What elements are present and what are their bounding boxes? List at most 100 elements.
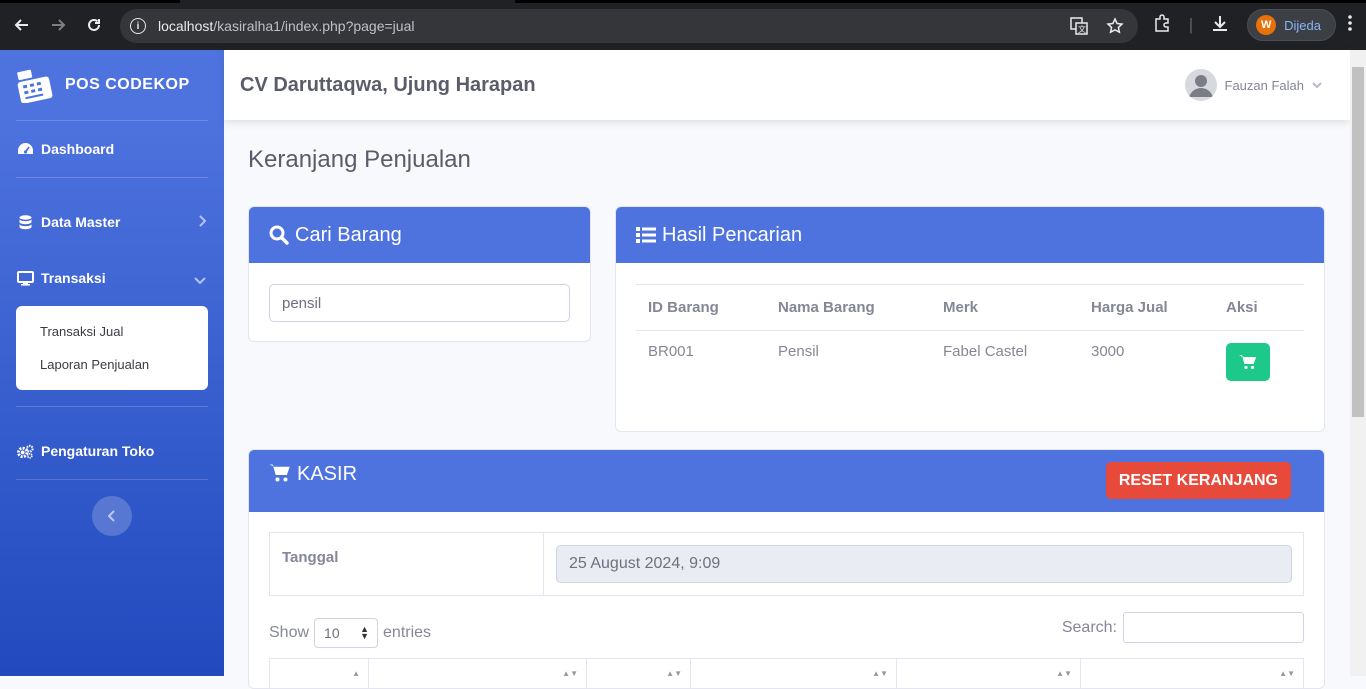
kasir-card-header: KASIR RESET KERANJANG bbox=[249, 450, 1324, 512]
table-row: BR001 Pensil Fabel Castel 3000 bbox=[636, 331, 1304, 394]
search-card-title: Cari Barang bbox=[295, 223, 402, 246]
forward-icon[interactable] bbox=[46, 13, 70, 37]
sidebar-divider bbox=[16, 479, 208, 480]
results-card: Hasil Pencarian ID Barang Nama Barang Me… bbox=[615, 206, 1325, 432]
chevron-down-icon bbox=[1312, 76, 1322, 94]
entries-label: entries bbox=[383, 624, 432, 641]
user-name: Fauzan Falah bbox=[1224, 77, 1305, 93]
results-card-header: Hasil Pencarian bbox=[616, 207, 1324, 263]
table-header-row: ID Barang Nama Barang Merk Harga Jual Ak… bbox=[636, 284, 1304, 331]
url-text: localhost/kasiralha1/index.php?page=jual bbox=[158, 18, 415, 34]
results-card-title: Hasil Pencarian bbox=[662, 223, 803, 246]
translate-icon[interactable]: 文 bbox=[1070, 17, 1088, 40]
back-icon[interactable] bbox=[10, 13, 34, 37]
page-scrollbar[interactable] bbox=[1350, 50, 1366, 676]
bookmark-star-icon[interactable] bbox=[1106, 17, 1124, 40]
entries-length-control: Show 10 ▲ ▼ entries bbox=[269, 618, 431, 648]
tanggal-row: Tanggal 25 August 2024, 9:09 bbox=[269, 532, 1304, 596]
sidebar-item-dashboard[interactable]: Dashboard bbox=[0, 121, 224, 177]
column-header-aksi: Aksi bbox=[1214, 284, 1304, 331]
extensions-icon[interactable] bbox=[1153, 13, 1171, 37]
search-card-header: Cari Barang bbox=[249, 207, 590, 263]
submenu-laporan-penjualan[interactable]: Laporan Penjualan bbox=[16, 348, 208, 381]
chevron-down-icon bbox=[194, 272, 206, 288]
column-header-nama: Nama Barang bbox=[766, 284, 931, 331]
browser-menu-icon[interactable] bbox=[1348, 14, 1352, 36]
search-icon bbox=[269, 225, 289, 245]
tanggal-field[interactable]: 25 August 2024, 9:09 bbox=[556, 545, 1292, 583]
topbar: CV Daruttaqwa, Ujung Harapan Fauzan Fala… bbox=[224, 50, 1350, 120]
cell-harga: 3000 bbox=[1091, 343, 1125, 360]
chevron-left-icon bbox=[108, 510, 115, 522]
column-header[interactable]: ▲▼ bbox=[691, 659, 897, 688]
cell-merk: Fabel Castel bbox=[943, 343, 1028, 360]
cell-divider bbox=[543, 533, 544, 595]
column-header-harga: Harga Jual bbox=[1079, 284, 1214, 331]
user-dropdown[interactable]: Fauzan Falah bbox=[1184, 69, 1351, 101]
sidebar-item-pengaturan-toko[interactable]: Pengaturan Toko bbox=[0, 423, 224, 479]
company-name: CV Daruttaqwa, Ujung Harapan bbox=[240, 74, 536, 96]
profile-button[interactable]: W Dijeda bbox=[1247, 9, 1336, 41]
kasir-card-title: KASIR bbox=[297, 463, 358, 485]
column-header[interactable]: ▲▼ bbox=[587, 659, 691, 688]
entries-selected-value: 10 bbox=[324, 625, 340, 641]
page-title: Keranjang Penjualan bbox=[248, 146, 471, 173]
column-header[interactable]: ▲▼ bbox=[1081, 659, 1303, 688]
site-info-icon[interactable]: i bbox=[130, 18, 146, 34]
desktop-icon bbox=[17, 270, 34, 286]
column-header[interactable]: ▲▼ bbox=[897, 659, 1081, 688]
chevron-right-icon bbox=[198, 214, 207, 230]
datatable-controls: Show 10 ▲ ▼ entries Search: bbox=[269, 612, 1304, 648]
user-avatar-icon bbox=[1184, 69, 1217, 101]
search-barang-input[interactable] bbox=[269, 284, 570, 322]
sort-icon: ▲▼ bbox=[1279, 669, 1295, 678]
add-to-cart-button[interactable] bbox=[1226, 343, 1270, 381]
sidebar-item-data-master[interactable]: Data Master bbox=[0, 194, 224, 250]
cash-register-icon bbox=[16, 67, 53, 104]
entries-select[interactable]: 10 ▲ ▼ bbox=[314, 618, 379, 648]
datatable-search: Search: bbox=[1062, 612, 1304, 643]
tanggal-label: Tanggal bbox=[282, 549, 339, 566]
svg-text:文: 文 bbox=[1078, 24, 1086, 34]
profile-avatar: W bbox=[1256, 15, 1277, 35]
sidebar-item-label: Dashboard bbox=[41, 141, 115, 157]
cogs-icon bbox=[17, 444, 34, 459]
main-content: Keranjang Penjualan Cari Barang Hasil Pe… bbox=[224, 120, 1350, 689]
sidebar-toggle-button[interactable] bbox=[92, 496, 132, 536]
cell-aksi bbox=[1214, 331, 1304, 394]
column-header[interactable]: ▲▼ bbox=[369, 659, 587, 688]
kasir-card: KASIR RESET KERANJANG Tanggal 25 August … bbox=[248, 449, 1325, 689]
reload-icon[interactable] bbox=[82, 13, 106, 37]
sidebar-brand[interactable]: POS CODEKOP bbox=[0, 50, 224, 120]
sort-icon: ▲▼ bbox=[1056, 669, 1072, 678]
sidebar-item-label: Pengaturan Toko bbox=[41, 443, 155, 459]
search-card: Cari Barang bbox=[248, 206, 591, 342]
column-header-merk: Merk bbox=[931, 284, 1079, 331]
address-bar[interactable]: i localhost/kasiralha1/index.php?page=ju… bbox=[120, 9, 1138, 43]
sort-icon: ▲▼ bbox=[872, 669, 888, 678]
sidebar-item-transaksi[interactable]: Transaksi bbox=[0, 250, 224, 306]
toolbar-divider: | bbox=[1188, 15, 1194, 34]
submenu-transaksi-jual[interactable]: Transaksi Jual bbox=[16, 315, 208, 348]
tachometer-icon bbox=[17, 142, 34, 157]
download-icon[interactable] bbox=[1211, 14, 1229, 37]
search-label: Search: bbox=[1061, 618, 1117, 636]
scrollbar-thumb[interactable] bbox=[1352, 67, 1364, 417]
sidebar-item-label: Transaksi bbox=[41, 270, 106, 286]
sidebar-item-label: Data Master bbox=[41, 214, 121, 230]
kasir-table-header: ▲ ▲▼ ▲▼ ▲▼ ▲▼ ▲▼ bbox=[269, 658, 1304, 688]
sort-icon: ▲▼ bbox=[562, 669, 578, 678]
sort-icon: ▲ bbox=[352, 669, 360, 678]
list-icon bbox=[636, 226, 656, 244]
reset-keranjang-button[interactable]: RESET KERANJANG bbox=[1105, 462, 1291, 499]
browser-toolbar: i localhost/kasiralha1/index.php?page=ju… bbox=[0, 0, 1366, 50]
transaksi-submenu: Transaksi Jual Laporan Penjualan bbox=[16, 306, 208, 390]
tab-strip bbox=[0, 0, 180, 3]
datatable-search-input[interactable] bbox=[1123, 612, 1304, 643]
shopping-cart-icon bbox=[1239, 355, 1256, 370]
cell-id: BR001 bbox=[648, 343, 694, 360]
shopping-cart-icon bbox=[269, 463, 291, 483]
cell-nama: Pensil bbox=[778, 343, 819, 360]
profile-name: Dijeda bbox=[1284, 17, 1321, 33]
column-header[interactable]: ▲ bbox=[270, 659, 369, 688]
